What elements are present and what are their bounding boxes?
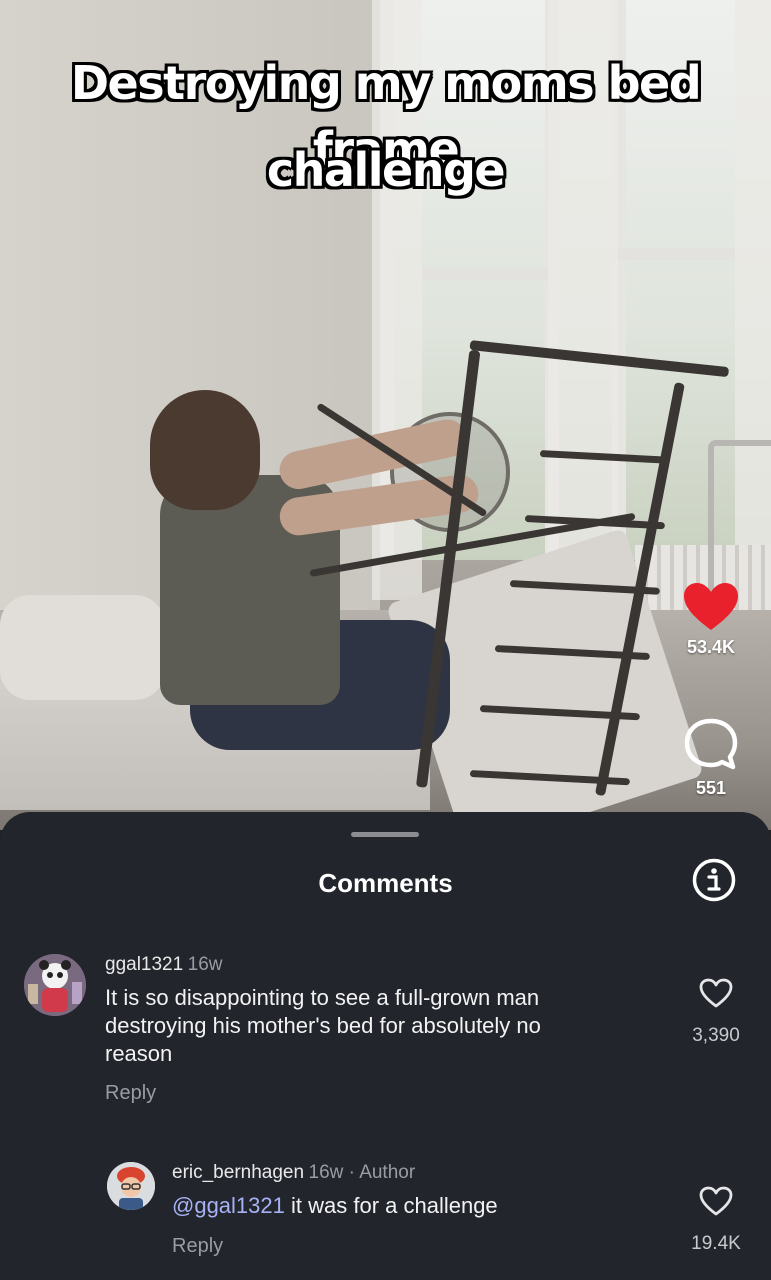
avatar[interactable] [24,954,86,1016]
comment-like-count: 3,390 [692,1025,740,1046]
person-head [150,390,260,510]
comment-text-line: It is so disappointing to see a full-gro… [105,985,540,1010]
comment-time: 16w [187,954,223,975]
comment-like-button[interactable]: 3,390 [676,978,756,1047]
comment-text-body: it was for a challenge [291,1193,498,1218]
drag-handle[interactable] [351,832,419,837]
avatar[interactable] [107,1162,155,1210]
heart-outline-icon [699,978,733,1008]
info-button[interactable] [692,858,736,902]
window-sill [420,268,550,280]
panda-avatar-icon [24,954,86,1016]
comment-time: 16w · Author [308,1162,416,1183]
video-caption: challenge [266,143,506,197]
video-player[interactable]: Destroying my moms bed frame challenge 5… [0,0,771,830]
comment-text: @ggal1321 it was for a challenge [172,1192,498,1220]
pillow [0,595,165,700]
likes-count: 53.4K [686,637,736,657]
reply-button[interactable]: Reply [105,1082,156,1105]
comments-title: Comments [318,868,453,898]
comment-text-line: reason [105,1041,173,1066]
mention-link[interactable]: @ggal1321 [172,1193,285,1218]
comments-sheet: Comments ggal1321 16w It is so disappoin… [0,812,771,1280]
comments-count: 551 [695,778,727,798]
comments-button[interactable]: 551 [671,717,751,799]
user-avatar-icon [107,1162,155,1210]
comment-like-button[interactable]: 19.4K [676,1186,756,1255]
info-icon [692,858,736,902]
comment-like-count: 19.4K [691,1233,741,1254]
heart-icon [684,583,738,630]
comment-text-line: destroying his mother's bed for absolute… [105,1013,541,1038]
like-button[interactable]: 53.4K [671,582,751,658]
comment-text: It is so disappointing to see a full-gro… [105,984,665,1068]
reply-button[interactable]: Reply [172,1235,223,1258]
heart-outline-icon [699,1186,733,1216]
comment-icon [684,718,738,770]
comment-username[interactable]: ggal1321 [105,954,183,975]
comment-username[interactable]: eric_bernhagen [172,1162,304,1183]
